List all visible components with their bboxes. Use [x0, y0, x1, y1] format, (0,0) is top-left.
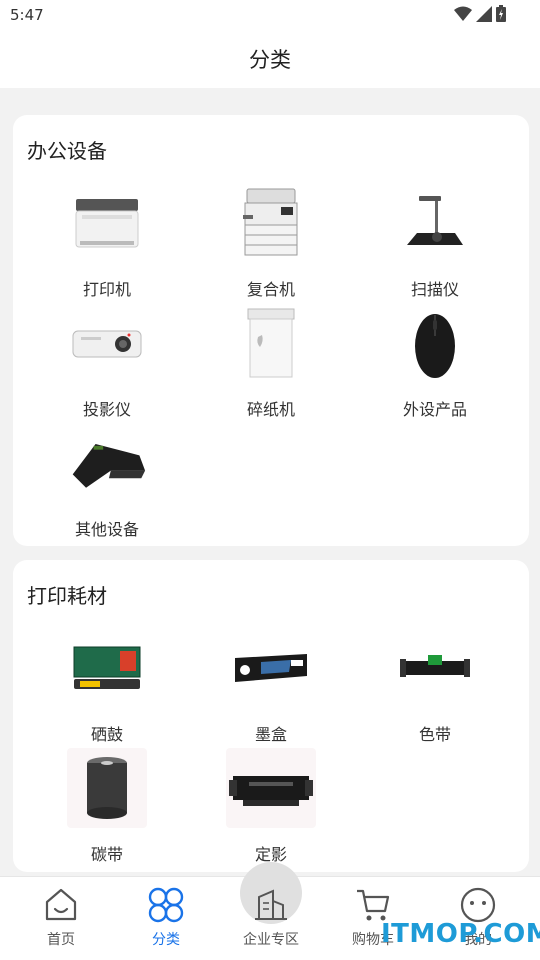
category-item-other[interactable]: 其他设备	[25, 423, 189, 543]
category-item-multifunction[interactable]: 复合机	[189, 183, 353, 303]
category-label: 色带	[418, 725, 451, 744]
category-item-printer[interactable]: 打印机	[25, 183, 189, 303]
category-item-carbon-ribbon[interactable]: 碳带	[25, 748, 189, 868]
ink-cartridge-icon	[231, 628, 311, 708]
fuser-icon	[226, 748, 316, 828]
category-item-ink[interactable]: 墨盒	[189, 628, 353, 748]
tab-category[interactable]: 分类	[116, 877, 216, 960]
section-title: 打印耗材	[27, 584, 107, 608]
category-label: 碳带	[90, 845, 123, 864]
tab-enterprise[interactable]: 企业专区	[221, 877, 321, 960]
tab-label: 企业专区	[243, 932, 299, 948]
signal-icon	[476, 5, 492, 22]
category-label: 打印机	[82, 280, 131, 299]
page-header: 分类	[0, 30, 540, 88]
status-icons	[454, 5, 506, 22]
tab-home[interactable]: 首页	[11, 877, 111, 960]
ribbon-cartridge-icon	[395, 628, 475, 708]
home-icon	[45, 888, 77, 921]
category-label: 墨盒	[254, 725, 287, 744]
status-time: 5:47	[10, 6, 44, 24]
building-icon	[255, 889, 287, 920]
wifi-icon	[454, 6, 472, 21]
printer-icon	[67, 183, 147, 263]
tab-label: 分类	[152, 932, 180, 948]
category-icon	[148, 887, 184, 923]
section-print-consumables: 打印耗材 硒鼓 墨盒 色带 碳带 定影	[13, 560, 529, 872]
battery-icon	[496, 5, 506, 22]
multifunction-printer-icon	[231, 183, 311, 263]
status-bar: 5:47	[0, 0, 540, 30]
tab-label: 首页	[47, 932, 75, 948]
category-item-scanner[interactable]: 扫描仪	[353, 183, 517, 303]
category-item-toner[interactable]: 硒鼓	[25, 628, 189, 748]
scanner-icon	[395, 183, 475, 263]
watermark: ITMOP.COM	[381, 919, 540, 949]
section-office-equipment: 办公设备 打印机 复合机 扫描仪 投影仪 碎纸机 外设产品 其他设备	[13, 115, 529, 546]
toner-cartridge-icon	[67, 628, 147, 708]
page-title: 分类	[249, 48, 291, 72]
category-label: 外设产品	[402, 400, 467, 419]
category-label: 碎纸机	[246, 400, 295, 419]
category-item-projector[interactable]: 投影仪	[25, 303, 189, 423]
shredder-icon	[231, 303, 311, 383]
category-label: 投影仪	[82, 400, 131, 419]
category-label: 复合机	[246, 280, 295, 299]
category-label: 其他设备	[74, 520, 139, 539]
category-item-fuser[interactable]: 定影	[189, 748, 353, 868]
category-item-peripheral[interactable]: 外设产品	[353, 303, 517, 423]
mouse-icon	[395, 303, 475, 383]
category-item-ribbon[interactable]: 色带	[353, 628, 517, 748]
category-item-shredder[interactable]: 碎纸机	[189, 303, 353, 423]
projector-icon	[67, 303, 147, 383]
section-title: 办公设备	[27, 139, 107, 163]
barcode-scanner-icon	[67, 423, 147, 503]
carbon-ribbon-roll-icon	[67, 748, 147, 828]
category-label: 扫描仪	[410, 280, 459, 299]
category-label: 硒鼓	[90, 725, 123, 744]
